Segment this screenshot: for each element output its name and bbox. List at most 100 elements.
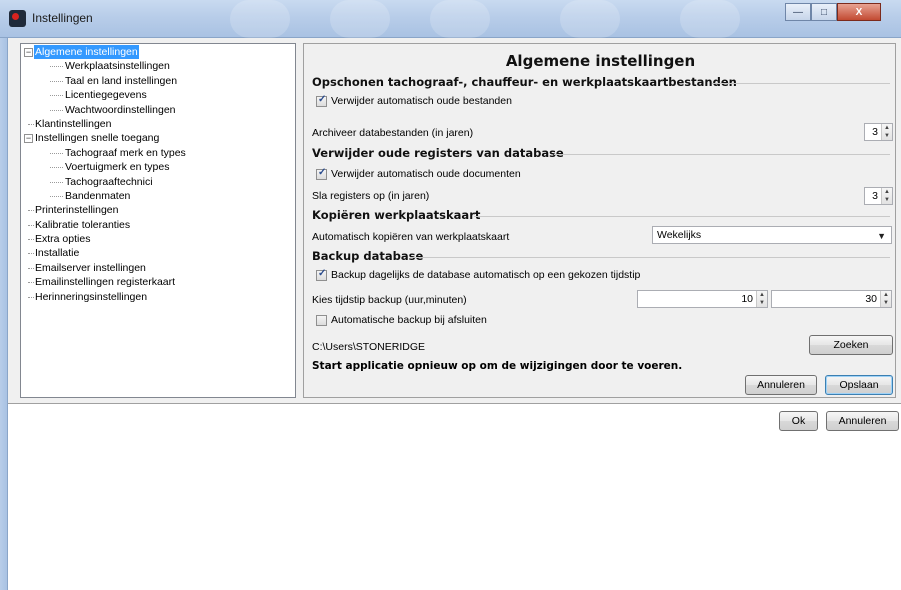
delete-old-files-checkbox[interactable]: Verwijder automatisch oude bestanden: [316, 94, 512, 107]
tree-connector: [28, 224, 34, 226]
tree-connector: [28, 253, 34, 255]
title-bar[interactable]: Instellingen — □ X: [0, 0, 901, 38]
tree-connector: [50, 181, 63, 183]
daily-backup-checkbox[interactable]: Backup dagelijks de database automatisch…: [316, 268, 641, 281]
tree-connector: [50, 80, 63, 82]
app-icon: [9, 10, 26, 27]
tree-connector: [50, 66, 63, 68]
copy-frequency-select[interactable]: Wekelijks ▼: [652, 226, 892, 244]
tree-item[interactable]: Emailserver instellingen: [24, 261, 295, 275]
tree-item[interactable]: Taal en land instellingen: [24, 74, 295, 88]
tree-item[interactable]: − Algemene instellingen: [24, 45, 295, 59]
settings-panel: Algemene instellingen Opschonen tachogra…: [303, 43, 896, 398]
tree-item[interactable]: Kalibratie toleranties: [24, 218, 295, 232]
down-arrow-icon[interactable]: ▼: [882, 196, 892, 204]
ok-button[interactable]: Ok: [779, 411, 818, 431]
backup-time-label: Kies tijdstip backup (uur,minuten): [312, 294, 467, 306]
archive-years-spinner[interactable]: 3 ▲ ▼: [864, 123, 893, 141]
backup-minute-value[interactable]: 30: [772, 291, 880, 307]
chevron-down-icon[interactable]: ▼: [877, 228, 886, 244]
tree-item[interactable]: Werkplaatsinstellingen: [24, 59, 295, 73]
spinner-arrows[interactable]: ▲ ▼: [756, 291, 767, 307]
titlebar-decoration: [230, 0, 290, 38]
down-arrow-icon[interactable]: ▼: [757, 299, 767, 307]
backup-on-exit-checkbox[interactable]: Automatische backup bij afsluiten: [316, 314, 487, 326]
up-arrow-icon[interactable]: ▲: [757, 291, 767, 299]
tree-item[interactable]: Klantinstellingen: [24, 117, 295, 131]
tree-item[interactable]: Tachograaf merk en types: [24, 146, 295, 160]
archive-years-value[interactable]: 3: [865, 124, 881, 140]
tree-item[interactable]: Bandenmaten: [24, 189, 295, 203]
tree-item[interactable]: Wachtwoordinstellingen: [24, 103, 295, 117]
tree-item[interactable]: Tachograaftechnici: [24, 175, 295, 189]
tree-connector: [50, 109, 63, 111]
settings-tree[interactable]: − Algemene instellingen Werkplaatsinstelli…: [20, 43, 296, 398]
checkbox-label: Verwijder automatisch oude bestanden: [331, 95, 512, 107]
down-arrow-icon[interactable]: ▼: [882, 132, 892, 140]
tree-item-label: Emailinstellingen registerkaart: [35, 276, 176, 289]
backup-minute-spinner[interactable]: 30 ▲ ▼: [771, 290, 892, 308]
tree-item-label: Klantinstellingen: [35, 117, 112, 130]
tree-item[interactable]: Emailinstellingen registerkaart: [24, 275, 295, 289]
tree-item[interactable]: Printerinstellingen: [24, 203, 295, 217]
save-button[interactable]: Opslaan: [825, 375, 893, 395]
keep-registers-value[interactable]: 3: [865, 188, 881, 204]
backup-hour-value[interactable]: 10: [638, 291, 756, 307]
keep-registers-spinner[interactable]: 3 ▲ ▼: [864, 187, 893, 205]
tree-expander-icon[interactable]: −: [24, 134, 33, 144]
minimize-button[interactable]: —: [785, 3, 811, 21]
checkbox-label: Verwijder automatisch oude documenten: [331, 168, 521, 180]
titlebar-decoration: [330, 0, 390, 38]
titlebar-decoration: [430, 0, 490, 38]
maximize-button[interactable]: □: [811, 3, 837, 21]
tree-connector: [28, 210, 34, 212]
tree-item-label: Wachtwoordinstellingen: [65, 103, 176, 116]
checkbox-box[interactable]: [316, 94, 327, 107]
checkbox-box[interactable]: [316, 314, 327, 326]
tree-item[interactable]: Voertuigmerk en types: [24, 160, 295, 174]
spinner-arrows[interactable]: ▲ ▼: [880, 291, 891, 307]
search-button[interactable]: Zoeken: [809, 335, 893, 355]
tree-item-label: Tachograaftechnici: [65, 175, 153, 188]
tree-connector: [50, 95, 63, 97]
tree-item-label: Licentiegegevens: [65, 89, 147, 102]
section-separator: [474, 216, 890, 217]
section-heading-delete-registers: Verwijder oude registers van database: [312, 146, 564, 160]
checkbox-box[interactable]: [316, 167, 327, 180]
backup-hour-spinner[interactable]: 10 ▲ ▼: [637, 290, 768, 308]
tree-connector: [28, 123, 34, 125]
titlebar-decoration: [680, 0, 740, 38]
checkbox-label: Automatische backup bij afsluiten: [331, 314, 487, 326]
spinner-arrows[interactable]: ▲ ▼: [881, 124, 892, 140]
up-arrow-icon[interactable]: ▲: [881, 291, 891, 299]
checkbox-label: Backup dagelijks de database automatisch…: [331, 269, 641, 281]
window-frame-left: [0, 38, 8, 590]
tree-connector: [28, 296, 34, 298]
tree-item-label: Emailserver instellingen: [35, 261, 146, 274]
window-controls: — □ X: [785, 3, 881, 21]
tree-connector: [50, 195, 63, 197]
tree-expander-icon[interactable]: −: [24, 48, 33, 57]
down-arrow-icon[interactable]: ▼: [881, 299, 891, 307]
spinner-arrows[interactable]: ▲ ▼: [881, 188, 892, 204]
tree-item[interactable]: Installatie: [24, 246, 295, 260]
up-arrow-icon[interactable]: ▲: [882, 188, 892, 196]
checkbox-box[interactable]: [316, 268, 327, 281]
close-button[interactable]: X: [837, 3, 881, 21]
delete-old-documents-checkbox[interactable]: Verwijder automatisch oude documenten: [316, 167, 521, 180]
tree-item[interactable]: Extra opties: [24, 232, 295, 246]
restart-note: Start applicatie opnieuw op om de wijzig…: [312, 360, 683, 372]
section-separator: [554, 154, 890, 155]
section-heading-backup: Backup database: [312, 249, 424, 263]
tree-item[interactable]: − Instellingen snelle toegang: [24, 131, 295, 145]
dialog-cancel-button[interactable]: Annuleren: [826, 411, 899, 431]
tree-item[interactable]: Herinneringsinstellingen: [24, 290, 295, 304]
tree-item-label: Algemene instellingen: [34, 45, 139, 59]
tree-item[interactable]: Licentiegegevens: [24, 88, 295, 102]
tree-connector: [28, 239, 34, 241]
tree-item-label: Taal en land instellingen: [65, 74, 178, 87]
copy-frequency-value: Wekelijks: [657, 229, 702, 241]
up-arrow-icon[interactable]: ▲: [882, 124, 892, 132]
panel-cancel-button[interactable]: Annuleren: [745, 375, 817, 395]
settings-area: − Algemene instellingen Werkplaatsinstelli…: [8, 38, 901, 404]
